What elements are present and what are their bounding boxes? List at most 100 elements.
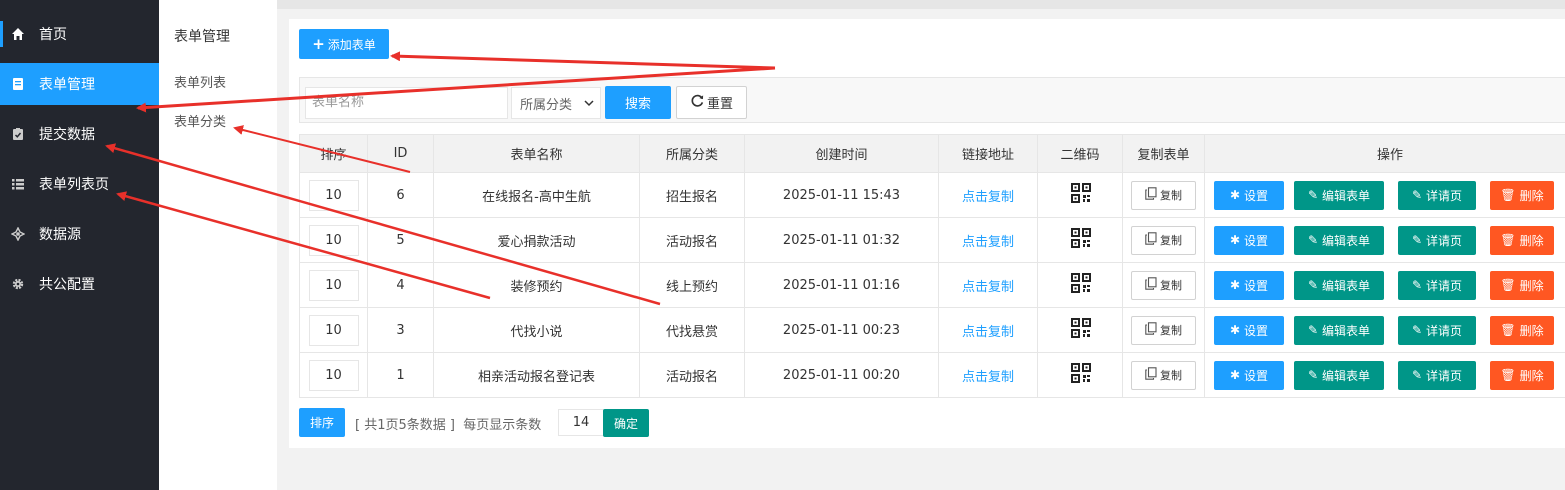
delete-label: 删除 [1519, 233, 1544, 248]
qrcode-icon[interactable] [1071, 273, 1091, 293]
refresh-icon [690, 93, 705, 112]
copy-link-link[interactable]: 点击复制 [938, 352, 1038, 398]
qrcode-icon[interactable] [1071, 183, 1091, 203]
copy-icon [1145, 367, 1157, 383]
col-header-name: 表单名称 [433, 134, 640, 173]
qrcode-cell [1037, 172, 1123, 218]
settings-button[interactable]: ✱ 设置 [1214, 270, 1284, 300]
sidebar-item-home[interactable]: 首页 [0, 13, 159, 55]
settings-button[interactable]: ✱ 设置 [1214, 225, 1284, 255]
sort-order-input[interactable]: 10 [308, 224, 359, 256]
qrcode-icon[interactable] [1071, 318, 1091, 338]
copy-form-label: 复制 [1160, 324, 1182, 337]
id-cell: 4 [367, 262, 434, 308]
edit-form-button[interactable]: ✎ 编辑表单 [1294, 180, 1384, 210]
sort-order-input[interactable]: 10 [308, 359, 359, 391]
delete-button[interactable]: 🗑 删除 [1490, 225, 1554, 255]
sidebar-item-submitted-data[interactable]: 提交数据 [0, 113, 159, 155]
copy-form-button[interactable]: 复制 [1131, 225, 1196, 255]
delete-button[interactable]: 🗑 删除 [1490, 270, 1554, 300]
per-page-confirm-button[interactable]: 确定 [603, 409, 649, 437]
col-header-sort[interactable]: 排序 [299, 134, 368, 173]
clipboard-check-icon [11, 127, 25, 141]
category-select[interactable]: 所属分类 [511, 87, 601, 119]
form-name-cell: 爱心捐款活动 [433, 217, 640, 263]
sidebar-item-form-management[interactable]: 表单管理 [0, 63, 159, 105]
delete-button[interactable]: 🗑 删除 [1490, 315, 1554, 345]
copy-link-link[interactable]: 点击复制 [938, 262, 1038, 308]
category-cell: 招生报名 [639, 172, 745, 218]
qrcode-cell [1037, 217, 1123, 263]
submenu-item-form-category[interactable]: 表单分类 [174, 111, 226, 130]
pencil-icon: ✎ [1411, 233, 1423, 247]
detail-page-button[interactable]: ✎ 详请页 [1398, 360, 1476, 390]
qrcode-cell [1037, 352, 1123, 398]
pencil-icon: ✎ [1411, 323, 1423, 337]
edit-form-button[interactable]: ✎ 编辑表单 [1294, 270, 1384, 300]
col-header-created: 创建时间 [744, 134, 939, 173]
copy-form-button[interactable]: 复制 [1131, 315, 1196, 345]
submenu-item-form-list[interactable]: 表单列表 [174, 72, 226, 91]
trash-icon: 🗑 [1500, 188, 1516, 202]
copy-icon [1145, 187, 1157, 203]
table-row: 10 5 爱心捐款活动 活动报名 2025-01-11 01:32 点击复制 复制 ✱ 设置 ✎ 编… [299, 217, 1565, 263]
detail-page-label: 详请页 [1426, 233, 1463, 248]
copy-form-button[interactable]: 复制 [1131, 360, 1196, 390]
sort-order-input[interactable]: 10 [308, 314, 359, 346]
delete-button[interactable]: 🗑 删除 [1490, 360, 1554, 390]
form-name-cell: 在线报名-高中生航 [433, 172, 640, 218]
copy-link-link[interactable]: 点击复制 [938, 217, 1038, 263]
sidebar-item-label: 数据源 [39, 227, 81, 243]
gear-icon: ✱ [1229, 188, 1241, 202]
sort-order-input[interactable]: 10 [308, 269, 359, 301]
trash-icon: 🗑 [1500, 368, 1516, 382]
sort-order-input[interactable]: 10 [308, 179, 359, 211]
pencil-icon: ✎ [1307, 233, 1319, 247]
copy-form-button[interactable]: 复制 [1131, 180, 1196, 210]
qrcode-cell [1037, 262, 1123, 308]
form-name-search-input[interactable]: 表单名称 [305, 87, 508, 119]
id-cell: 3 [367, 307, 434, 353]
trash-icon: 🗑 [1500, 278, 1516, 292]
created-time-cell: 2025-01-11 15:43 [744, 172, 939, 218]
settings-button[interactable]: ✱ 设置 [1214, 180, 1284, 210]
delete-label: 删除 [1519, 188, 1544, 203]
settings-button[interactable]: ✱ 设置 [1214, 360, 1284, 390]
detail-page-button[interactable]: ✎ 详请页 [1398, 225, 1476, 255]
col-header-id[interactable]: ID [367, 134, 434, 173]
copy-form-cell: 复制 [1122, 217, 1205, 263]
edit-form-button[interactable]: ✎ 编辑表单 [1294, 225, 1384, 255]
gear-icon: ✱ [1229, 278, 1241, 292]
edit-form-button[interactable]: ✎ 编辑表单 [1294, 360, 1384, 390]
copy-form-button[interactable]: 复制 [1131, 270, 1196, 300]
search-button[interactable]: 搜索 [605, 86, 671, 119]
qrcode-icon[interactable] [1071, 228, 1091, 248]
delete-button[interactable]: 🗑 删除 [1490, 180, 1554, 210]
edit-form-button[interactable]: ✎ 编辑表单 [1294, 315, 1384, 345]
copy-link-link[interactable]: 点击复制 [938, 172, 1038, 218]
created-time-cell: 2025-01-11 01:16 [744, 262, 939, 308]
settings-button[interactable]: ✱ 设置 [1214, 315, 1284, 345]
qrcode-icon[interactable] [1071, 363, 1091, 383]
reset-button[interactable]: 重置 [676, 86, 747, 119]
copy-link-link[interactable]: 点击复制 [938, 307, 1038, 353]
detail-page-button[interactable]: ✎ 详请页 [1398, 180, 1476, 210]
submenu-title: 表单管理 [174, 29, 230, 45]
detail-page-button[interactable]: ✎ 详请页 [1398, 315, 1476, 345]
sort-cell: 10 [299, 172, 368, 218]
sidebar-item-common-config[interactable]: 共公配置 [0, 263, 159, 305]
id-cell: 6 [367, 172, 434, 218]
list-icon [11, 177, 25, 191]
col-header-qrcode: 二维码 [1037, 134, 1123, 173]
sidebar-item-form-list-page[interactable]: 表单列表页 [0, 163, 159, 205]
gear-icon: ✱ [1229, 368, 1241, 382]
col-header-actions: 操作 [1204, 134, 1565, 173]
add-form-button[interactable]: + 添加表单 [299, 29, 389, 59]
apply-sort-button[interactable]: 排序 [299, 408, 345, 437]
per-page-input[interactable]: 14 [558, 409, 604, 436]
col-header-link: 链接地址 [938, 134, 1038, 173]
detail-page-label: 详请页 [1426, 188, 1463, 203]
edit-form-label: 编辑表单 [1322, 278, 1371, 293]
sidebar-item-datasource[interactable]: 数据源 [0, 213, 159, 255]
detail-page-button[interactable]: ✎ 详请页 [1398, 270, 1476, 300]
